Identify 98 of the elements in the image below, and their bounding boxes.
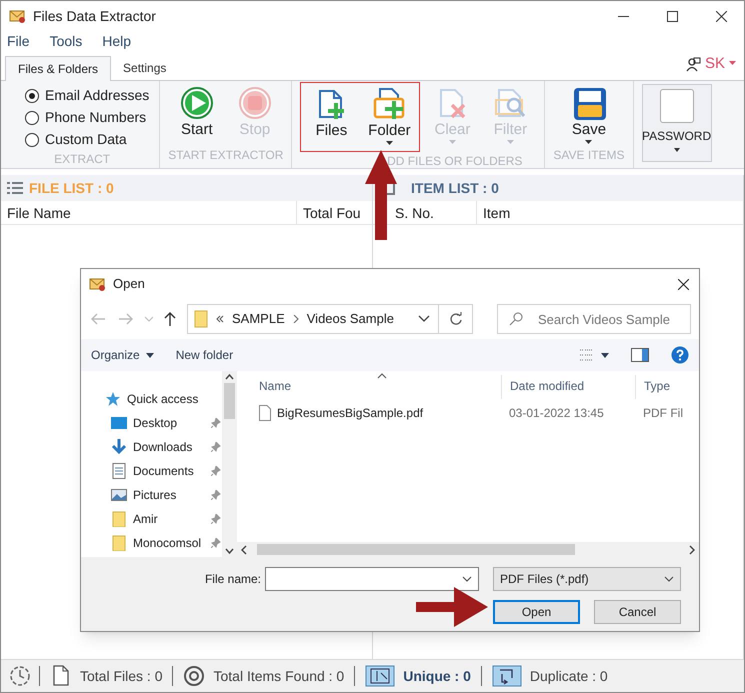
chevron-icon	[292, 315, 299, 323]
radio-button[interactable]	[25, 132, 39, 146]
radio-button[interactable]	[25, 110, 39, 124]
list-title: FILE LIST : 0	[29, 178, 114, 198]
folder-plus-icon	[372, 87, 406, 121]
field-label: File name:	[204, 571, 261, 588]
status-text: Duplicate : 0	[530, 666, 608, 686]
password-button[interactable]: PASSWORD	[642, 84, 712, 162]
search-icon	[509, 312, 523, 326]
status-text: Total Files : 0	[80, 666, 162, 686]
tab[interactable]: Files & Folders	[5, 56, 112, 81]
star-icon	[105, 391, 121, 407]
monitor-icon	[111, 415, 127, 431]
scrollbar-thumb[interactable]	[224, 383, 235, 419]
radio-label: Custom Data	[45, 130, 127, 149]
file-icon	[259, 405, 271, 421]
status-text: Total Items Found : 0	[213, 666, 344, 686]
nav-item[interactable]: Monocomsol	[81, 533, 222, 553]
app-icon	[9, 8, 25, 24]
up-icon[interactable]	[163, 311, 177, 327]
ribbon-button[interactable]: Files	[305, 85, 358, 151]
double-chevron-icon	[216, 315, 224, 323]
horizontal-scrollbar[interactable]	[237, 542, 699, 557]
nav-item[interactable]: Downloads	[81, 437, 222, 457]
file-name-field[interactable]	[265, 567, 479, 591]
group-label: SAVE ITEMS	[553, 147, 625, 164]
radio-label: Phone Numbers	[45, 108, 146, 127]
image-icon	[111, 487, 127, 503]
view-options-icon[interactable]	[579, 348, 609, 362]
unique-icon	[365, 665, 396, 687]
group-label: START EXTRACTOR	[168, 147, 284, 164]
dropdown-icon	[664, 576, 674, 582]
close-icon[interactable]	[678, 278, 689, 290]
download-icon	[111, 439, 127, 455]
folder-icon	[194, 310, 208, 328]
duplicate-icon	[492, 665, 522, 687]
folder-icon	[111, 511, 127, 527]
menu-item[interactable]: Tools	[48, 30, 84, 52]
column-header[interactable]: Name	[251, 375, 501, 399]
breadcrumb[interactable]: Videos Sample	[306, 309, 394, 329]
radio-button[interactable]	[25, 88, 39, 102]
column-header[interactable]: File Name	[1, 201, 297, 224]
user-icon	[684, 56, 701, 72]
tab[interactable]: Settings	[111, 55, 178, 80]
preview-pane-icon[interactable]	[631, 348, 649, 362]
dialog-button[interactable]: Open	[493, 600, 580, 624]
document-icon	[111, 463, 127, 479]
close-icon[interactable]	[716, 10, 727, 22]
scrollbar-thumb[interactable]	[257, 544, 575, 555]
toolbar-button[interactable]: New folder	[176, 346, 234, 364]
refresh-icon	[448, 312, 462, 326]
menu-item[interactable]: File	[5, 30, 32, 52]
ribbon-button[interactable]: Folder	[363, 85, 416, 151]
nav-item[interactable]: Amir	[81, 509, 222, 529]
menu-item[interactable]: Help	[100, 30, 134, 52]
breadcrumb[interactable]: SAMPLE	[232, 309, 285, 329]
radio-label: Email Addresses	[45, 86, 150, 105]
search-field[interactable]: Search Videos Sample	[497, 304, 691, 334]
caret-icon	[146, 352, 154, 358]
address-bar[interactable]: SAMPLE Videos Sample	[187, 304, 473, 334]
column-header[interactable]: Total Fou	[297, 201, 367, 224]
column-header[interactable]: Item	[477, 201, 516, 224]
dialog-title: Open	[113, 275, 146, 294]
window-title: Files Data Extractor	[33, 6, 157, 26]
ribbon-button[interactable]: Save	[562, 84, 615, 144]
history-icon	[9, 665, 31, 687]
toolbar-button[interactable]: Organize	[91, 346, 154, 364]
sort-icon	[377, 373, 387, 379]
caret-icon	[729, 61, 736, 66]
group-label: DD FILES OR FOLDERS	[387, 153, 522, 170]
list-title: ITEM LIST : 0	[411, 178, 499, 198]
file-magnifier-icon	[493, 86, 528, 120]
column-header[interactable]: Type	[635, 375, 699, 399]
ribbon-button[interactable]: Start	[170, 84, 223, 140]
nav-item[interactable]: Documents	[81, 461, 222, 481]
group-label: EXTRACT	[54, 151, 110, 168]
dialog-button[interactable]: Cancel	[594, 600, 681, 624]
maximize-icon[interactable]	[667, 10, 678, 22]
right-arrow-drawing	[416, 587, 488, 627]
nav-item[interactable]: Pictures	[81, 485, 222, 505]
vertical-scrollbar[interactable]	[222, 371, 237, 557]
user-initials[interactable]: SK	[704, 52, 725, 75]
column-header[interactable]: Date modified	[501, 375, 635, 399]
dropdown-icon	[462, 576, 472, 582]
nav-item[interactable]: Quick access	[81, 389, 222, 409]
list-icon	[7, 181, 23, 195]
help-icon[interactable]	[671, 346, 689, 364]
nav-item[interactable]: Desktop	[81, 413, 222, 433]
stop-icon	[238, 86, 272, 120]
file-date: 03-01-2022 13:45	[508, 405, 605, 422]
play-icon	[180, 86, 214, 120]
file-name[interactable]: BigResumesBigSample.pdf	[277, 404, 424, 422]
file-type-dropdown[interactable]: PDF Files (*.pdf)	[493, 567, 681, 591]
app-icon	[89, 276, 105, 292]
folder-icon	[111, 535, 127, 551]
file-type: PDF Fil	[642, 405, 684, 422]
dropdown-icon	[418, 315, 430, 323]
status-text: Unique : 0	[403, 666, 471, 686]
